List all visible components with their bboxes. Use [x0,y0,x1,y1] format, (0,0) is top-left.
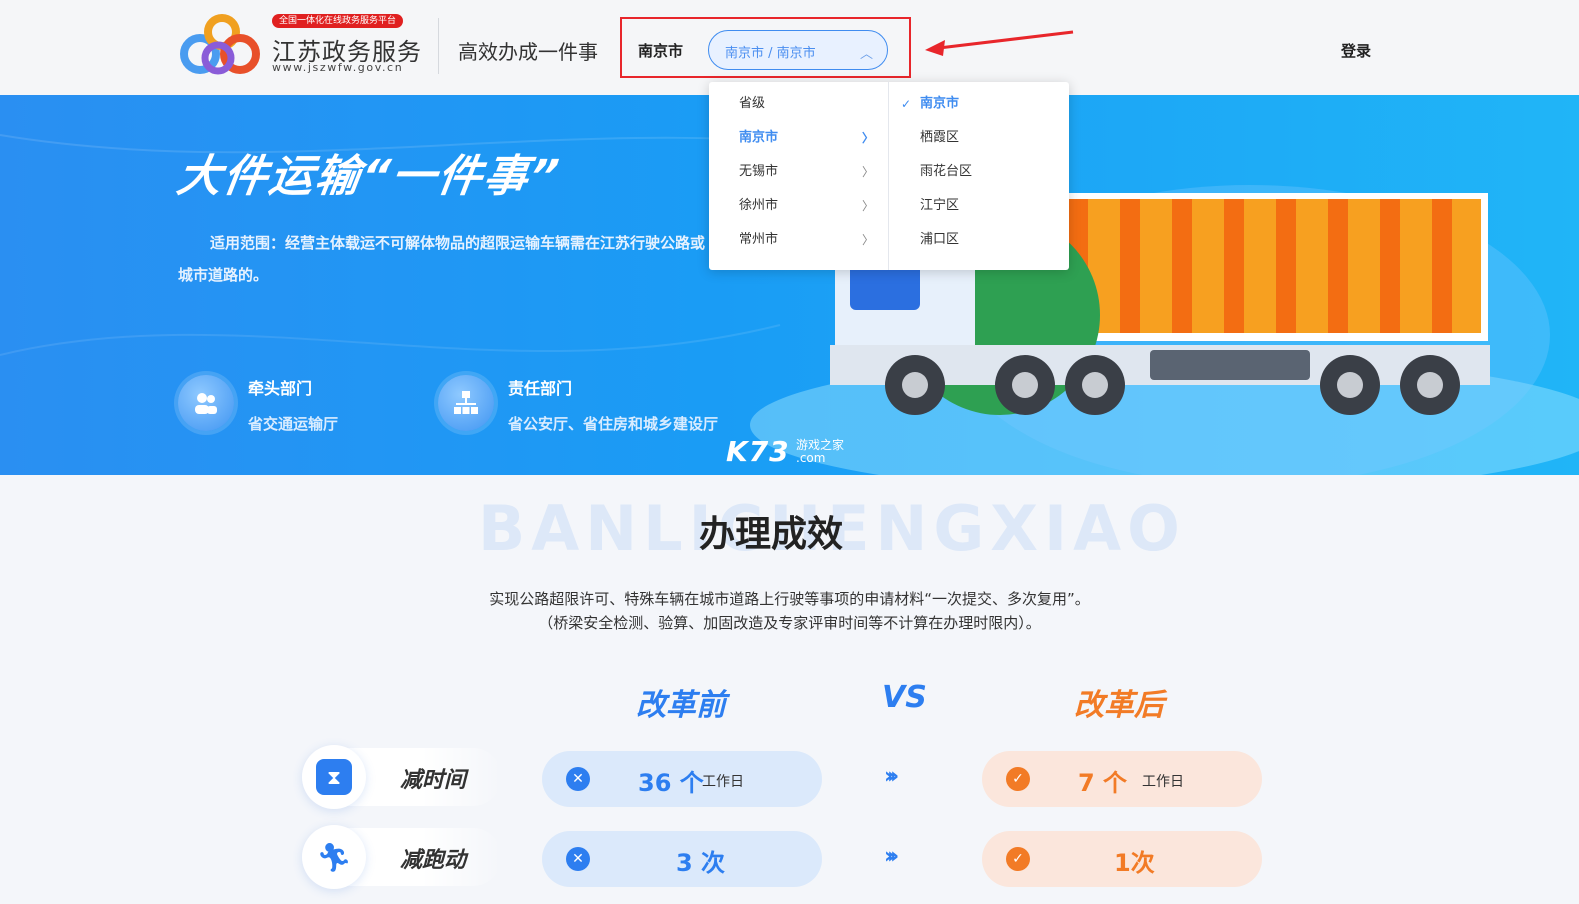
header-slogan: 高效办成一件事 [458,40,598,64]
chevron-right-icon: 〉 [861,233,874,247]
header-divider [438,18,439,74]
chevron-up-icon: ︿ [859,47,873,62]
check-icon: ✓ [1006,847,1030,871]
after-num-time: 7 个 [1078,769,1128,797]
banner-title: 大件运输“一件事” [173,151,564,202]
cascader-option-wuxi[interactable]: 无锡市〉 [709,155,888,189]
cascader-option-jiangning[interactable]: 江宁区 [890,189,1069,223]
after-num-trips: 1次 [1114,849,1155,877]
resp-dept-icon [438,375,494,431]
cascader-option-pukou[interactable]: 浦口区 [890,223,1069,257]
resp-dept-title: 责任部门 [508,379,573,398]
resp-dept-value: 省公安厅、省住房和城乡建设厅 [508,415,719,433]
x-icon: ✕ [566,847,590,871]
cascader-option-qixia[interactable]: 栖霞区 [890,121,1069,155]
check-icon: ✓ [1006,767,1030,791]
before-num-time: 36 个 [638,769,704,797]
section-title: 办理成效 [699,514,844,555]
chevron-right-icon: 〉 [861,131,874,145]
after-title: 改革后 [1074,688,1164,723]
cascader-option-provincial[interactable]: 省级 [709,87,888,121]
lead-dept-value: 省交通运输厅 [248,415,339,433]
after-pill-trips: ✓ 1次 [982,831,1262,887]
after-unit-time: 工作日 [1142,774,1184,790]
banner-scope: 适用范围：经营主体载运不可解体物品的超限运输车辆需在江苏行驶公路或城市道路的。 [178,234,706,284]
watermark-big: K73 [726,435,790,468]
region-cascader-dropdown: 省级 南京市〉 无锡市〉 徐州市〉 常州市〉 ✓ 南京市 栖霞区 雨花台区 江宁区… [709,82,1069,270]
section-desc-line2: （桥梁安全检测、验算、加固改造及专家评审时间等不计算在办理时限内）。 [538,614,1041,632]
logo-url: www.jszwfw.gov.cn [272,61,404,74]
cascader-option-xuzhou[interactable]: 徐州市〉 [709,189,888,223]
region-select-value: 南京市 / 南京市 [725,46,816,61]
before-title: 改革前 [636,688,726,723]
section-desc-line1: 实现公路超限许可、特殊车辆在城市道路上行驶等事项的申请材料“一次提交、多次复用”… [489,590,1090,608]
before-pill-time: ✕ 36 个 工作日 [542,751,822,807]
cascader-option-nanjing-city[interactable]: ✓ 南京市 [890,87,1069,121]
x-icon: ✕ [566,767,590,791]
top-header: 全国一体化在线政务服务平台 江苏政务服务 www.jszwfw.gov.cn 高… [0,0,1579,95]
vs-title: VS [882,680,927,715]
arrow-right-icon: ››› [884,844,899,869]
before-unit-time: 工作日 [702,774,744,790]
chevron-right-icon: 〉 [861,199,874,213]
row-label-trips: 减跑动 [400,848,467,873]
logo-icon[interactable] [178,14,260,76]
lead-dept-title: 牵头部门 [248,379,313,398]
after-pill-time: ✓ 7 个 工作日 [982,751,1262,807]
cascader-option-nanjing[interactable]: 南京市〉 [709,121,888,155]
cascader-option-changzhou[interactable]: 常州市〉 [709,223,888,257]
arrow-right-icon: ››› [884,764,899,789]
hourglass-icon: ⧗ [302,745,366,809]
annotation-arrow-icon [925,30,1074,56]
login-link[interactable]: 登录 [1341,40,1371,61]
before-pill-trips: ✕ 3 次 [542,831,822,887]
watermark-small: 游戏之家 .com [796,438,845,465]
watermark-logo: K73 游戏之家 .com [726,435,844,468]
cascader-option-yuhuatai[interactable]: 雨花台区 [890,155,1069,189]
running-person-icon: 🏃︎ [302,825,366,889]
cascader-level-1: 省级 南京市〉 无锡市〉 徐州市〉 常州市〉 [709,82,889,270]
logo-badge: 全国一体化在线政务服务平台 [272,14,404,28]
lead-dept-icon [178,375,234,431]
row-label-time: 减时间 [400,768,467,793]
before-num-trips: 3 次 [676,849,726,877]
region-select[interactable]: 南京市 / 南京市 ︿ [708,30,888,70]
chevron-right-icon: 〉 [861,165,874,179]
region-label: 南京市 [638,42,684,60]
cascader-level-2: ✓ 南京市 栖霞区 雨花台区 江宁区 浦口区 [890,82,1069,270]
check-icon: ✓ [901,97,912,111]
